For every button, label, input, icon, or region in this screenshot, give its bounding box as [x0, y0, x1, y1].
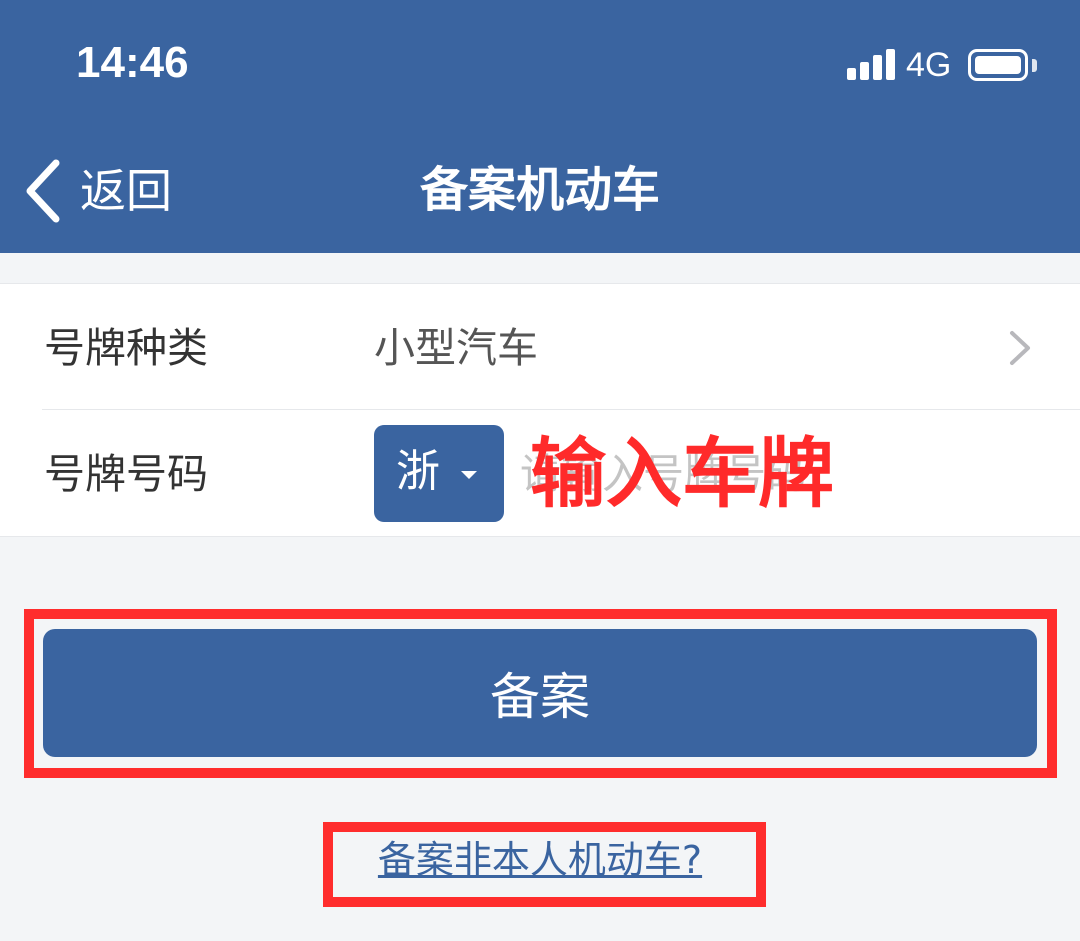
register-other-vehicle-link[interactable]: 备案非本人机动车? — [340, 832, 740, 888]
plate-number-input[interactable] — [520, 442, 990, 506]
vehicle-form: 号牌种类 小型汽车 号牌号码 浙 — [0, 283, 1080, 537]
network-type: 4G — [906, 46, 952, 84]
battery-icon — [968, 49, 1028, 81]
battery-tip — [1032, 59, 1037, 72]
plate-type-label: 号牌种类 — [44, 324, 208, 372]
province-label: 浙 — [396, 446, 440, 497]
app-header: 14:46 4G 返回 备案机动车 — [0, 0, 1080, 253]
row-divider — [42, 409, 1080, 410]
plate-type-value[interactable]: 小型汽车 — [374, 320, 538, 376]
submit-button[interactable]: 备案 — [43, 629, 1037, 757]
province-select[interactable]: 浙 — [374, 425, 504, 522]
signal-bars-icon — [847, 48, 897, 80]
chevron-right-icon[interactable] — [1008, 330, 1032, 366]
plate-number-label: 号牌号码 — [44, 450, 208, 498]
caret-down-icon — [461, 471, 477, 479]
status-time: 14:46 — [76, 38, 189, 87]
page-title: 备案机动车 — [419, 162, 660, 218]
